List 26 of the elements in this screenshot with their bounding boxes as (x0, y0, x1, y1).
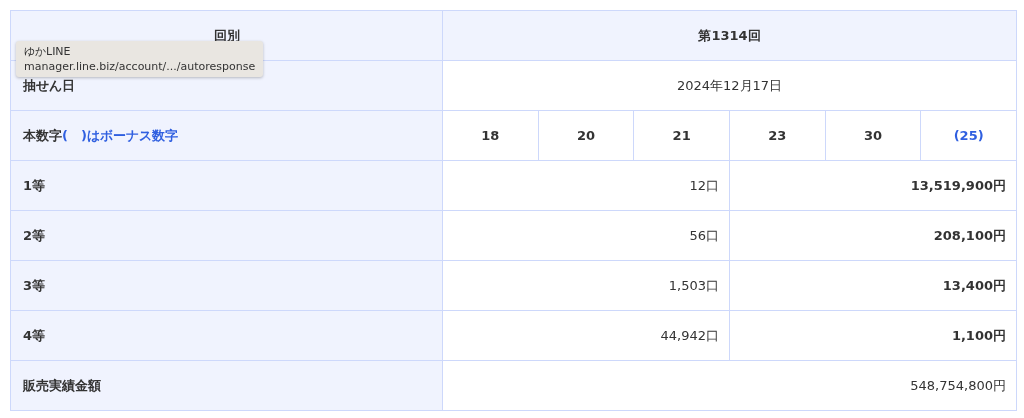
tooltip-title: ゆかLINE (24, 44, 72, 59)
table-cell: 1,503口 (442, 260, 730, 311)
table-cell: 2024年12月17日 (442, 60, 1017, 111)
table-cell: 13,519,900円 (729, 160, 1017, 211)
row-label: 販売実績金額 (10, 360, 443, 411)
number-cell: 30 (825, 110, 921, 161)
bonus-note: ( )はボーナス数字 (62, 127, 178, 143)
row-label: 1等 (10, 160, 443, 211)
number-cell: 18 (442, 110, 539, 161)
table-cell: 12口 (442, 160, 730, 211)
table-cell: 1,100円 (729, 310, 1017, 361)
row-label: 2等 (10, 210, 443, 261)
number-cell: 23 (729, 110, 826, 161)
table-cell: 208,100円 (729, 210, 1017, 261)
number-cell: (25) (920, 110, 1017, 161)
table-header-cell: 第1314回 (442, 10, 1017, 61)
row-label: 3等 (10, 260, 443, 311)
table-cell: 13,400円 (729, 260, 1017, 311)
row-label: 本数字 (23, 127, 62, 143)
table-cell: 56口 (442, 210, 730, 261)
number-cell: 21 (633, 110, 730, 161)
tooltip-url: manager.line.biz/account/.../autoresponse (24, 59, 256, 74)
table-cell: 548,754,800円 (442, 360, 1017, 411)
table-cell: 44,942口 (442, 310, 730, 361)
number-cell: 20 (538, 110, 634, 161)
row-label: 4等 (10, 310, 443, 361)
